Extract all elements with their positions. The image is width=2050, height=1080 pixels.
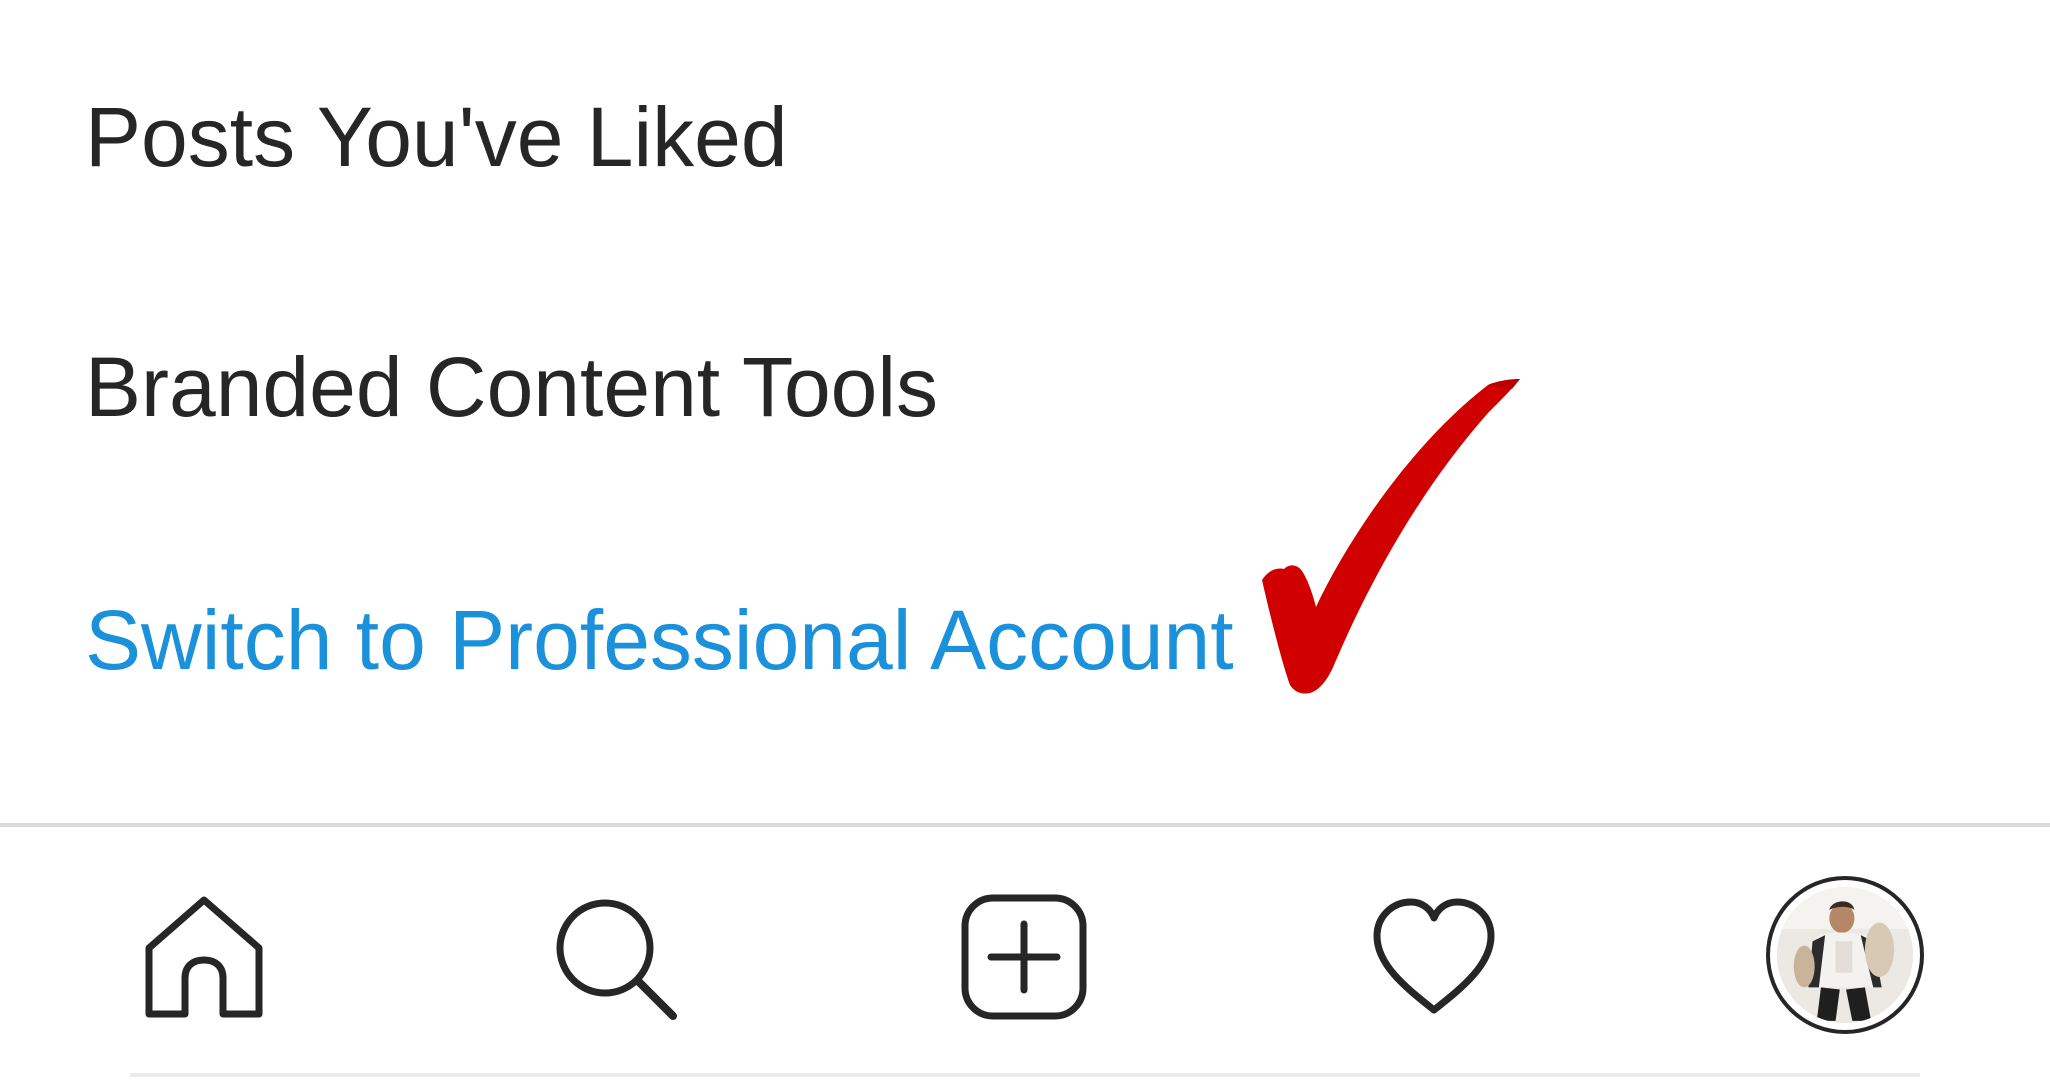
heart-icon	[1373, 898, 1495, 1014]
tab-create[interactable]	[954, 887, 1094, 1027]
tab-home[interactable]	[134, 887, 274, 1027]
menu-item-branded-content-tools[interactable]: Branded Content Tools	[85, 345, 938, 429]
bottom-tab-bar	[0, 823, 2050, 1080]
menu-item-switch-professional[interactable]: Switch to Professional Account	[85, 598, 1234, 682]
checkmark-icon	[1262, 379, 1520, 694]
home-icon	[145, 896, 263, 1018]
tab-profile[interactable]	[1765, 875, 1925, 1035]
home-indicator-divider	[130, 1073, 1920, 1077]
plus-square-icon	[961, 894, 1087, 1020]
avatar-photo	[1777, 887, 1913, 1023]
menu-item-posts-liked[interactable]: Posts You've Liked	[85, 95, 788, 179]
tab-activity[interactable]	[1364, 887, 1504, 1027]
avatar	[1766, 876, 1924, 1034]
search-icon	[556, 899, 677, 1020]
tab-search[interactable]	[544, 887, 684, 1027]
